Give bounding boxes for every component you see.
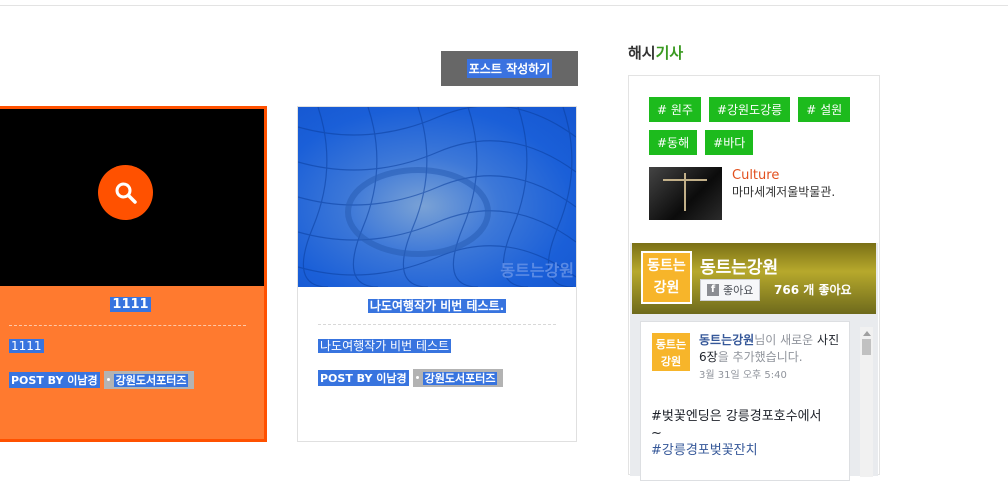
post-card-2-excerpt-wrap: 나도여행작가 비번 테스트 bbox=[318, 337, 452, 354]
post-card-1-title[interactable]: 1111 bbox=[110, 297, 151, 312]
top-divider bbox=[0, 5, 1008, 6]
scrollbar-thumb[interactable] bbox=[862, 339, 871, 355]
scroll-up-arrow-icon[interactable] bbox=[862, 331, 871, 336]
hashtag-articles-box: # 원주 #강원도강릉 # 설원 #동해 #바다 Culture 마마세계저울박… bbox=[628, 75, 880, 481]
sidebar-post-item[interactable]: Culture 마마세계저울박물관. bbox=[649, 167, 835, 220]
facebook-post-hashtag-link[interactable]: #강릉경포벚꽃잔치 bbox=[651, 442, 846, 459]
post-card-2[interactable]: 동트는강원 나도여행작가 비번 테스트. 나도여행작가 비번 테스트 POST … bbox=[297, 106, 577, 442]
facebook-page-logo[interactable]: 동트는 강원 bbox=[641, 251, 692, 304]
heading-accent: 기사 bbox=[655, 44, 684, 62]
sidebar-post-title[interactable]: 마마세계저울박물관. bbox=[732, 183, 835, 200]
post-card-1-author: POST BY 이남경 bbox=[9, 372, 100, 388]
facebook-icon: f bbox=[707, 284, 719, 296]
post-card-2-author: POST BY 이남경 bbox=[318, 370, 409, 386]
post-card-1-category[interactable]: 강원도서포터즈 bbox=[103, 371, 195, 389]
hashtag-list: # 원주 #강원도강릉 # 설원 #동해 #바다 bbox=[649, 97, 869, 155]
post-card-2-watermark: 동트는강원 bbox=[500, 261, 574, 280]
hashtag-wonju[interactable]: # 원주 bbox=[649, 97, 701, 122]
facebook-post: 동트는 강원 동트는강원님이 새로운 사진 6장을 추가했습니다. 3월 31일… bbox=[640, 321, 850, 481]
post-card-2-thumbnail[interactable]: 동트는강원 bbox=[298, 107, 576, 287]
post-card-2-category[interactable]: 강원도서포터즈 bbox=[412, 369, 504, 387]
facebook-scrollbar[interactable] bbox=[860, 327, 873, 477]
facebook-post-line-1: #벚꽃엔딩은 강릉경포호수에서 bbox=[651, 409, 822, 424]
hashtag-gangneung[interactable]: #강원도강릉 bbox=[708, 97, 791, 122]
facebook-cover-image[interactable]: 동트는 강원 동트는강원 f 좋아요 766 개 좋아요 bbox=[632, 243, 876, 314]
facebook-page-widget: 동트는 강원 동트는강원 f 좋아요 766 개 좋아요 동트는 강원 동트는강… bbox=[630, 243, 878, 481]
hashtag-donghae[interactable]: #동해 bbox=[649, 130, 698, 155]
hashtag-snowfield[interactable]: # 설원 bbox=[798, 97, 851, 122]
divider bbox=[318, 324, 556, 325]
post-card-1-thumbnail[interactable] bbox=[0, 109, 264, 286]
facebook-post-header: 동트는강원님이 새로운 사진 6장을 추가했습니다. 3월 31일 오후 5:4… bbox=[699, 332, 847, 384]
post-card-1-title-wrap[interactable]: 1111 bbox=[0, 297, 264, 312]
search-icon[interactable] bbox=[98, 165, 153, 220]
facebook-post-body: #벚꽃엔딩은 강릉경포호수에서 ~ #강릉경포벚꽃잔치 bbox=[651, 408, 846, 459]
post-card-1-meta: POST BY 이남경 강원도서포터즈 bbox=[9, 371, 195, 389]
facebook-post-action-post: 을 추가했습니다. bbox=[717, 350, 803, 364]
post-card-1-category-label[interactable]: 강원도서포터즈 bbox=[113, 374, 189, 387]
hashtag-articles-heading: 해시기사 bbox=[628, 42, 683, 63]
facebook-post-action-pre: 님이 새로운 bbox=[754, 333, 818, 347]
facebook-post-line-2: ~ bbox=[651, 426, 662, 441]
post-card-1-excerpt: 1111 bbox=[9, 339, 44, 353]
write-post-label: 포스트 작성하기 bbox=[466, 59, 553, 78]
facebook-post-avatar[interactable]: 동트는 강원 bbox=[651, 332, 691, 372]
hashtag-sea[interactable]: #바다 bbox=[705, 130, 754, 155]
sidebar-post-thumbnail[interactable] bbox=[649, 167, 722, 220]
post-card-1[interactable]: 1111 1111 POST BY 이남경 강원도서포터즈 bbox=[0, 106, 267, 442]
post-card-2-title[interactable]: 나도여행작가 비번 테스트. bbox=[367, 299, 507, 313]
facebook-like-label: 좋아요 bbox=[723, 284, 754, 297]
post-card-2-title-wrap[interactable]: 나도여행작가 비번 테스트. bbox=[298, 297, 576, 314]
heading-prefix: 해시 bbox=[628, 44, 656, 62]
divider bbox=[9, 325, 246, 326]
post-card-2-meta: POST BY 이남경 강원도서포터즈 bbox=[318, 369, 504, 387]
facebook-like-button[interactable]: f 좋아요 bbox=[700, 279, 761, 301]
post-card-1-excerpt-wrap: 1111 bbox=[9, 339, 44, 353]
facebook-post-author[interactable]: 동트는강원 bbox=[699, 333, 754, 347]
facebook-like-count: 766 개 좋아요 bbox=[774, 283, 852, 297]
facebook-page-name[interactable]: 동트는강원 bbox=[700, 253, 778, 278]
post-card-2-category-label[interactable]: 강원도서포터즈 bbox=[422, 372, 498, 385]
post-card-2-excerpt: 나도여행작가 비번 테스트 bbox=[318, 339, 452, 353]
facebook-post-date[interactable]: 3월 31일 오후 5:40 bbox=[699, 367, 847, 384]
write-post-button[interactable]: 포스트 작성하기 bbox=[441, 51, 578, 86]
sidebar-post-category[interactable]: Culture bbox=[732, 168, 835, 183]
